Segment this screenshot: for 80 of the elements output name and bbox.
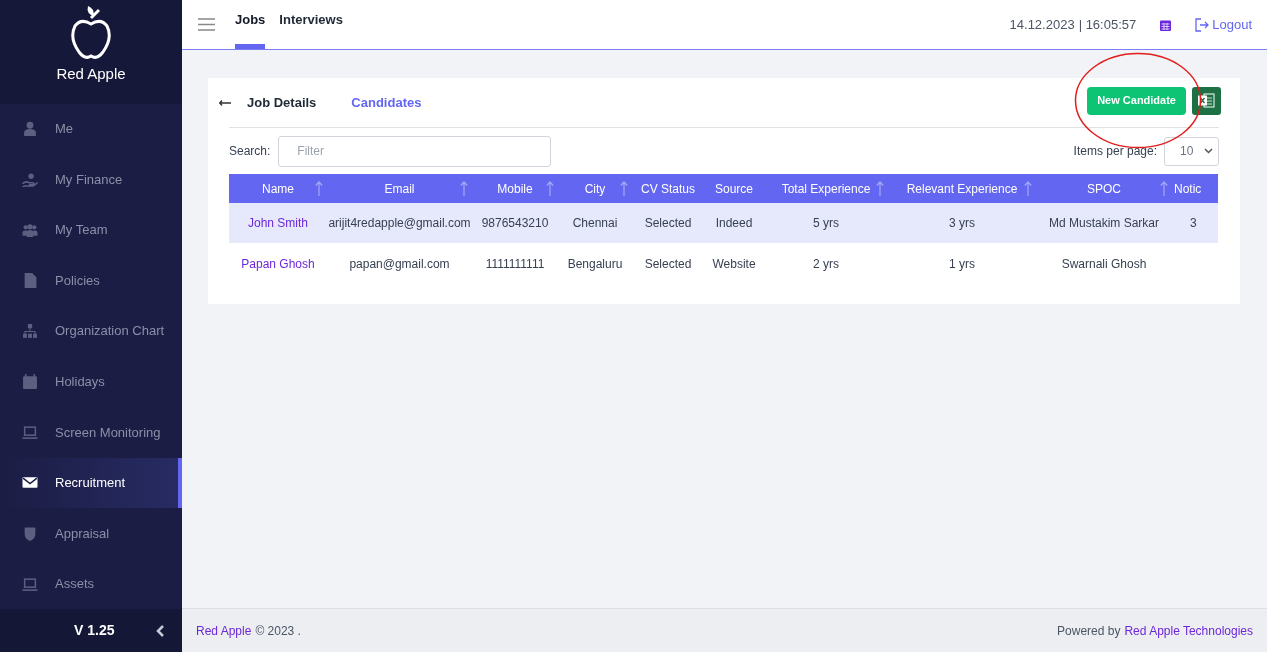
candidate-name-link[interactable]: John Smith: [248, 216, 308, 230]
laptop-icon: [22, 424, 38, 440]
column-header[interactable]: Name: [229, 174, 327, 203]
sort-arrow-icon[interactable]: [1024, 181, 1032, 196]
table-cell: 3 yrs: [949, 216, 975, 230]
table-cell: Indeed: [715, 216, 753, 230]
column-header[interactable]: Mobile: [472, 174, 558, 203]
version-label: V 1.25: [74, 621, 115, 641]
powered-by-text: Powered by: [1057, 622, 1121, 640]
table-cell: Md Mustakim Sarkar: [1049, 216, 1159, 230]
people-icon: [22, 222, 38, 238]
table-cell: Selected: [644, 216, 692, 230]
section-tab[interactable]: Job Details: [247, 92, 317, 113]
calendar-icon: [22, 374, 38, 390]
excel-export-button[interactable]: [1192, 86, 1221, 115]
nav-tab[interactable]: Interviews: [279, 0, 343, 49]
items-per-page-select[interactable]: 10: [1164, 136, 1219, 166]
menu-icon[interactable]: [198, 18, 215, 31]
column-header[interactable]: City: [558, 174, 632, 203]
table-cell: Chennai: [572, 216, 618, 230]
sort-arrow-icon[interactable]: [315, 181, 323, 196]
nav-tab[interactable]: Jobs: [235, 0, 266, 49]
table-cell: Selected: [644, 256, 692, 271]
back-arrow-icon[interactable]: [219, 99, 231, 106]
filter-field[interactable]: Filter: [278, 135, 552, 167]
sidebar-item[interactable]: Organization Chart: [0, 305, 182, 357]
column-header[interactable]: Notic: [1172, 174, 1218, 203]
section-tab[interactable]: Candidates: [351, 92, 422, 113]
column-header[interactable]: Source: [704, 174, 764, 203]
document-icon: [22, 273, 38, 289]
sidebar-item[interactable]: Assets: [0, 558, 182, 610]
sort-arrow-icon[interactable]: [1160, 181, 1168, 196]
column-header[interactable]: SPOC: [1036, 174, 1172, 203]
table-cell: 1 yrs: [949, 256, 975, 271]
table-cell: 3: [1190, 216, 1197, 230]
company-link[interactable]: Red Apple Technologies: [1124, 621, 1253, 640]
person-icon: [22, 121, 38, 137]
sort-arrow-icon[interactable]: [620, 181, 628, 196]
search-label: Search:: [229, 143, 271, 160]
sidebar-item[interactable]: Me: [0, 103, 182, 155]
hierarchy-icon: [22, 323, 38, 339]
table-cell: 1111111111: [485, 256, 545, 271]
table-cell: arijit4redapple@gmail.com: [328, 216, 471, 230]
items-per-page-label: Items per page:: [1073, 143, 1157, 160]
table-cell: 2 yrs: [813, 256, 839, 271]
time-text: | 16:05:57: [1078, 15, 1137, 34]
footer-brand-link[interactable]: Red Apple: [196, 621, 252, 640]
calendar-icon[interactable]: [1160, 18, 1172, 31]
hand-coin-icon: [22, 171, 38, 187]
table-cell: Swarnali Ghosh: [1061, 256, 1147, 271]
table-cell: papan@gmail.com: [349, 256, 450, 271]
column-header[interactable]: Relevant Experience: [888, 174, 1036, 203]
logout-link[interactable]: Logout: [1195, 14, 1252, 35]
column-header[interactable]: Email: [327, 174, 472, 203]
copyright-text: © 2023 .: [255, 622, 301, 640]
table-cell: Bengaluru: [567, 256, 623, 271]
table-cell: Website: [712, 256, 756, 271]
sidebar-item[interactable]: Appraisal: [0, 508, 182, 559]
sort-arrow-icon[interactable]: [460, 181, 468, 196]
sort-arrow-icon[interactable]: [546, 181, 554, 196]
sidebar-item[interactable]: My Team: [0, 204, 182, 256]
shield-icon: [22, 526, 38, 542]
column-header[interactable]: CV Status: [632, 174, 704, 203]
laptop-icon: [22, 576, 38, 592]
dropdown-chevron-icon: [1204, 148, 1213, 154]
sidebar-item[interactable]: Screen Monitoring: [0, 407, 182, 458]
logout-icon[interactable]: [1195, 17, 1210, 32]
collapse-chevron-icon[interactable]: [155, 623, 165, 638]
table-cell: 5 yrs: [813, 216, 839, 230]
spreadsheet-icon: [1198, 93, 1215, 108]
sidebar-item[interactable]: My Finance: [0, 154, 182, 205]
table-cell: 9876543210: [481, 216, 549, 230]
date-text: 14.12.2023: [1009, 15, 1075, 34]
envelope-icon: [22, 475, 38, 491]
column-header[interactable]: Total Experience: [764, 174, 888, 203]
sidebar-item[interactable]: Holidays: [0, 356, 182, 408]
sidebar-item[interactable]: Policies: [0, 255, 182, 306]
sort-arrow-icon[interactable]: [876, 181, 884, 196]
candidate-name-link[interactable]: Papan Ghosh: [241, 256, 315, 271]
brand-name: Red Apple: [56, 64, 126, 84]
